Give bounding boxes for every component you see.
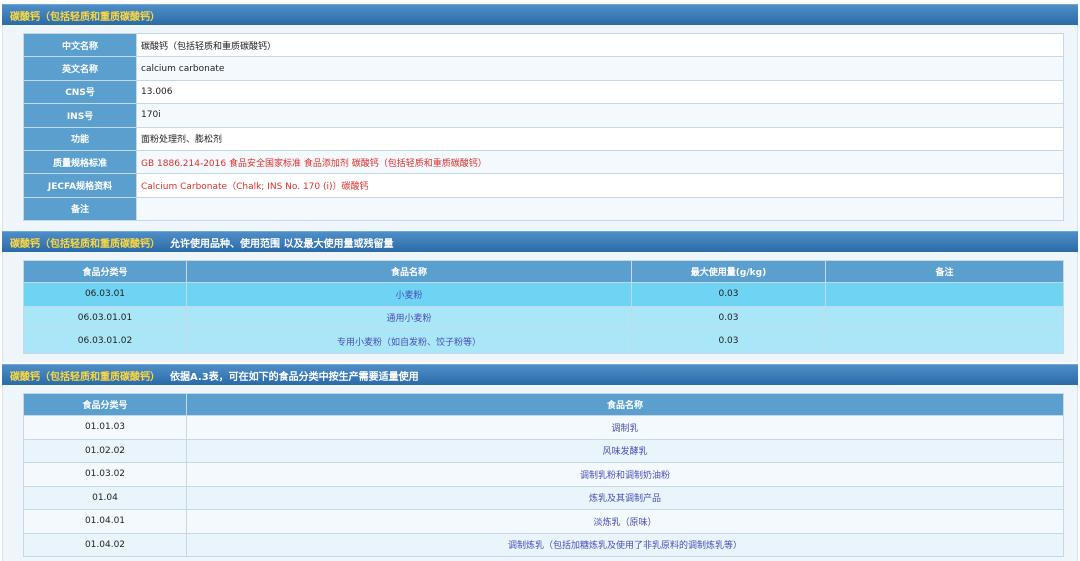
food-name-link[interactable]: 通用小麦粉: [186, 305, 632, 330]
table-row: 01.04.01 淡炼乳（原味）: [23, 509, 1064, 534]
list-section-title: 碳酸钙（包括轻质和重质碳酸钙）: [10, 371, 160, 383]
usage-section-title: 碳酸钙（包括轻质和重质碳酸钙）: [10, 238, 160, 250]
info-panel: 中文名称 碳酸钙（包括轻质和重质碳酸钙） 英文名称 calcium carbon…: [2, 25, 1078, 231]
remark: [825, 305, 1064, 330]
max-usage: 0.03: [631, 282, 826, 307]
info-row-ins: INS号 170i: [23, 103, 1064, 128]
info-section-header: 碳酸钙（包括轻质和重质碳酸钙）: [2, 4, 1078, 25]
table-row: 01.04.02 调制炼乳（包括加糖炼乳及使用了非乳原料的调制炼乳等）: [23, 532, 1064, 557]
column-header: 食品分类号: [23, 393, 187, 416]
food-code: 06.03.01.02: [23, 329, 187, 354]
food-name-link[interactable]: 专用小麦粉（如自发粉、饺子粉等）: [186, 329, 632, 354]
usage-section-header: 碳酸钙（包括轻质和重质碳酸钙） 允许使用品种、使用范围 以及最大使用量或残留量: [2, 231, 1078, 252]
table-row: 01.02.02 风味发酵乳: [23, 438, 1064, 463]
info-row-en-name: 英文名称 calcium carbonate: [23, 56, 1064, 81]
usage-table: 食品分类号 食品名称 最大使用量(g/kg) 备注 06.03.01 小麦粉 0…: [23, 260, 1064, 354]
quality-standard-link[interactable]: GB 1886.214-2016 食品安全国家标准 食品添加剂 碳酸钙（包括轻质…: [136, 149, 1064, 175]
max-usage: 0.03: [631, 329, 826, 354]
info-row-quality-standard: 质量规格标准 GB 1886.214-2016 食品安全国家标准 食品添加剂 碳…: [23, 149, 1064, 175]
info-key: 功能: [23, 126, 137, 151]
food-code: 06.03.01: [23, 282, 187, 307]
column-header: 备注: [825, 260, 1064, 283]
info-value: calcium carbonate: [136, 56, 1064, 81]
food-name-link[interactable]: 调制乳: [186, 415, 1064, 440]
info-key: INS号: [23, 103, 137, 128]
info-key: 英文名称: [23, 56, 137, 81]
info-key: 备注: [23, 196, 137, 222]
table-row: 06.03.01.01 通用小麦粉 0.03: [23, 305, 1064, 330]
info-value: 170i: [136, 103, 1064, 128]
food-name-link[interactable]: 风味发酵乳: [186, 438, 1064, 463]
food-code: 01.01.03: [23, 415, 187, 440]
column-header: 食品名称: [186, 260, 632, 283]
list-section-header: 碳酸钙（包括轻质和重质碳酸钙） 依据A.3表，可在如下的食品分类中按生产需要适量…: [2, 364, 1078, 385]
food-name-link[interactable]: 调制乳粉和调制奶油粉: [186, 462, 1064, 487]
food-code: 01.04.02: [23, 532, 187, 557]
info-key: 质量规格标准: [23, 149, 137, 175]
info-value: [136, 196, 1064, 222]
info-value: 13.006: [136, 79, 1064, 105]
info-row-remark: 备注: [23, 196, 1064, 222]
column-header: 食品分类号: [23, 260, 187, 283]
info-key: JECFA规格资料: [23, 173, 137, 198]
food-name-link[interactable]: 调制炼乳（包括加糖炼乳及使用了非乳原料的调制炼乳等）: [186, 532, 1064, 557]
usage-section-subtitle: 允许使用品种、使用范围 以及最大使用量或残留量: [170, 238, 394, 250]
max-usage: 0.03: [631, 305, 826, 330]
food-name-link[interactable]: 炼乳及其调制产品: [186, 485, 1064, 510]
food-code: 06.03.01.01: [23, 305, 187, 330]
table-row: 01.04 炼乳及其调制产品: [23, 485, 1064, 510]
usage-header-row: 食品分类号 食品名称 最大使用量(g/kg) 备注: [23, 260, 1064, 283]
food-code: 01.04: [23, 485, 187, 510]
list-section-subtitle: 依据A.3表，可在如下的食品分类中按生产需要适量使用: [170, 371, 419, 383]
info-row-cns: CNS号 13.006: [23, 79, 1064, 105]
info-value: 碳酸钙（包括轻质和重质碳酸钙）: [136, 32, 1064, 58]
column-header: 最大使用量(g/kg): [631, 260, 826, 283]
info-row-function: 功能 面粉处理剂、膨松剂: [23, 126, 1064, 151]
list-panel: 食品分类号 食品名称 01.01.03 调制乳 01.02.02 风味发酵乳 0…: [2, 385, 1078, 561]
jecfa-link[interactable]: Calcium Carbonate（Chalk; INS No. 170 (i)…: [136, 173, 1064, 198]
remark: [825, 329, 1064, 354]
info-section-title: 碳酸钙（包括轻质和重质碳酸钙）: [10, 11, 160, 23]
table-row: 01.03.02 调制乳粉和调制奶油粉: [23, 462, 1064, 487]
table-row: 06.03.01.02 专用小麦粉（如自发粉、饺子粉等） 0.03: [23, 329, 1064, 354]
page: 碳酸钙（包括轻质和重质碳酸钙） 中文名称 碳酸钙（包括轻质和重质碳酸钙） 英文名…: [0, 0, 1080, 561]
info-key: CNS号: [23, 79, 137, 105]
info-row-cn-name: 中文名称 碳酸钙（包括轻质和重质碳酸钙）: [23, 32, 1064, 58]
food-name-link[interactable]: 小麦粉: [186, 282, 632, 307]
table-row: 06.03.01 小麦粉 0.03: [23, 282, 1064, 307]
info-value: 面粉处理剂、膨松剂: [136, 126, 1064, 151]
food-name-link[interactable]: 淡炼乳（原味）: [186, 509, 1064, 534]
food-code: 01.04.01: [23, 509, 187, 534]
food-category-table: 食品分类号 食品名称 01.01.03 调制乳 01.02.02 风味发酵乳 0…: [23, 393, 1064, 557]
info-table: 中文名称 碳酸钙（包括轻质和重质碳酸钙） 英文名称 calcium carbon…: [23, 32, 1064, 222]
info-key: 中文名称: [23, 32, 137, 58]
remark: [825, 282, 1064, 307]
usage-panel: 食品分类号 食品名称 最大使用量(g/kg) 备注 06.03.01 小麦粉 0…: [2, 252, 1078, 362]
food-code: 01.03.02: [23, 462, 187, 487]
list-header-row: 食品分类号 食品名称: [23, 393, 1064, 416]
food-code: 01.02.02: [23, 438, 187, 463]
table-row: 01.01.03 调制乳: [23, 415, 1064, 440]
column-header: 食品名称: [186, 393, 1064, 416]
info-row-jecfa: JECFA规格资料 Calcium Carbonate（Chalk; INS N…: [23, 173, 1064, 198]
